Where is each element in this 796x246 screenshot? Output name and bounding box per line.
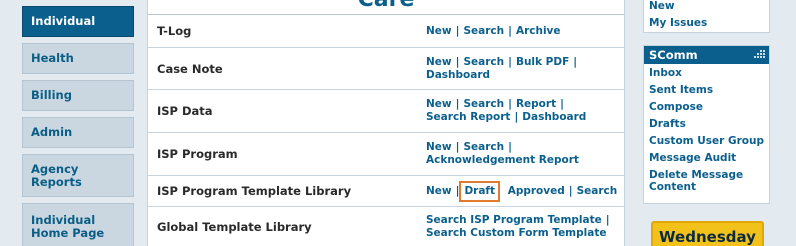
row-label: Global Template Library <box>157 220 312 234</box>
sent-items-link[interactable]: Sent Items <box>644 84 769 96</box>
new-issue-link[interactable]: New <box>644 0 769 12</box>
nav-item-billing[interactable]: Billing <box>22 80 134 111</box>
search-link[interactable]: Search <box>463 98 504 111</box>
scomm-title: SComm <box>649 48 698 62</box>
draft-link[interactable]: Draft <box>459 180 500 202</box>
scomm-box: SComm Inbox Sent Items Compose Drafts Cu… <box>643 45 770 204</box>
inbox-link[interactable]: Inbox <box>644 67 769 79</box>
nav-item-health[interactable]: Health <box>22 43 134 74</box>
row-label: ISP Program Template Library <box>157 184 352 198</box>
nav-item-admin[interactable]: Admin <box>22 117 134 148</box>
nav-item-individual-home-page[interactable]: Individual Home Page <box>22 203 134 246</box>
table-row-isp-program-template-library: ISP Program Template Library New | Draft … <box>148 176 624 207</box>
archive-link[interactable]: Archive <box>516 25 561 38</box>
my-issues-link[interactable]: My Issues <box>644 17 769 29</box>
search-report-link[interactable]: Search Report <box>426 111 510 124</box>
row-links: New | Search | Report | Search Report | Dash… <box>426 98 587 124</box>
nav-item-label: Admin <box>31 125 73 139</box>
approved-link[interactable]: Approved <box>508 185 565 198</box>
table-row-isp-program: ISP Program New | Search | Acknowledgement… <box>148 133 624 176</box>
dashboard-link[interactable]: Dashboard <box>426 69 490 82</box>
care-panel: Care T-Log New| Search| Archive Case Not… <box>147 0 625 246</box>
nav-item-label: Health <box>31 51 74 65</box>
scomm-links: Inbox Sent Items Compose Drafts Custom U… <box>644 64 769 193</box>
message-audit-link[interactable]: Message Audit <box>644 152 769 164</box>
new-link[interactable]: New <box>426 141 452 154</box>
search-link[interactable]: Search <box>577 185 618 198</box>
new-link[interactable]: New <box>426 25 452 38</box>
row-label: Case Note <box>157 61 223 76</box>
row-label: ISP Program <box>157 147 238 161</box>
row-label: T-Log <box>157 24 192 38</box>
acknowledgement-report-link[interactable]: Acknowledgement Report <box>426 154 579 167</box>
date-badge: Wednesday <box>651 221 764 246</box>
left-navigation: Individual Health Billing Admin Agency R… <box>22 0 134 246</box>
table-row-global-template-library: Global Template Library Search ISP Progr… <box>148 207 624 246</box>
dashboard-link[interactable]: Dashboard <box>522 111 586 124</box>
nav-item-individual[interactable]: Individual <box>22 6 134 37</box>
table-row-t-log: T-Log New | Search | Archive <box>148 15 624 48</box>
row-links: New | Draft Approved | Search <box>426 180 618 202</box>
search-link[interactable]: Search <box>463 25 504 38</box>
row-links: New | Search | Bulk PDF | Dashboard <box>426 55 578 82</box>
new-link[interactable]: New <box>426 185 452 198</box>
scomm-header: SComm <box>644 46 769 64</box>
nav-item-label: Billing <box>31 88 72 102</box>
row-links: New | Search | Archive <box>426 24 561 38</box>
issues-box: New My Issues <box>643 0 770 33</box>
search-link[interactable]: Search <box>463 56 504 69</box>
row-label: ISP Data <box>157 104 213 118</box>
search-isp-program-template-link[interactable]: Search ISP Program Template <box>426 214 602 227</box>
table-row-isp-data: ISP Data New | Search | Report | Search Rep… <box>148 90 624 133</box>
nav-item-label: Individual <box>31 14 96 28</box>
drafts-link[interactable]: Drafts <box>644 118 769 130</box>
compose-link[interactable]: Compose <box>644 101 769 113</box>
right-sidebar: New My Issues SComm Inbox Sent Items Com… <box>643 0 770 246</box>
delete-message-content-link[interactable]: Delete Message Content <box>644 169 744 193</box>
table-row-case-note: Case Note New | Search | Bulk PDF | Dashboa… <box>148 48 624 90</box>
search-custom-form-template-link[interactable]: Search Custom Form Template <box>426 227 606 240</box>
row-links: Search ISP Program Template | Search Cust… <box>426 214 610 240</box>
nav-item-label: Agency Reports <box>31 161 82 189</box>
nav-item-agency-reports[interactable]: Agency Reports <box>22 154 134 197</box>
bulk-pdf-link[interactable]: Bulk PDF <box>516 56 569 69</box>
grip-icon[interactable] <box>754 50 765 60</box>
row-links: New | Search | Acknowledgement Report <box>426 141 579 167</box>
report-link[interactable]: Report <box>516 98 556 111</box>
panel-title: Care <box>148 0 624 12</box>
search-link[interactable]: Search <box>463 141 504 154</box>
new-link[interactable]: New <box>426 98 452 111</box>
new-link[interactable]: New <box>426 56 452 69</box>
custom-user-group-link[interactable]: Custom User Group <box>644 135 769 147</box>
nav-item-label: Individual Home Page <box>31 213 105 240</box>
